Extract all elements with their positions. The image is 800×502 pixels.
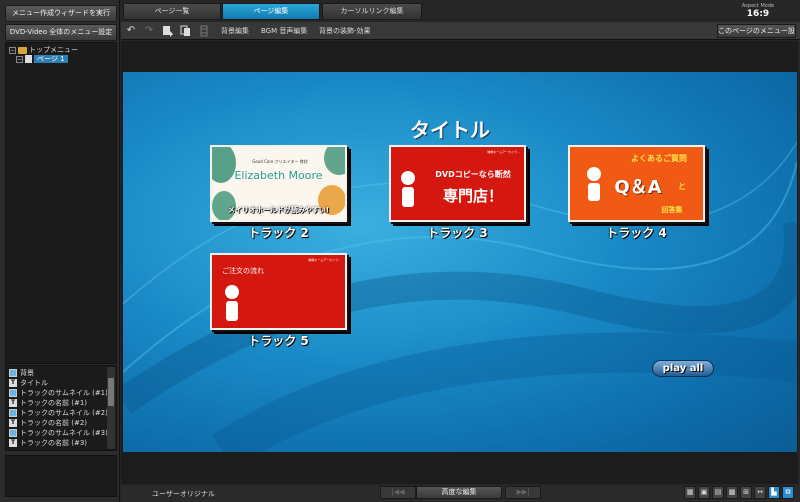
layer-item[interactable]: トラックのサムネイル (#3): [9, 428, 108, 438]
track-name-1[interactable]: トラック 2: [210, 224, 347, 241]
fit-width-icon[interactable]: ↔: [754, 486, 766, 499]
undo-icon[interactable]: ↶: [125, 25, 137, 37]
safe-area-icon[interactable]: ▣: [698, 486, 710, 499]
menu-decoration-effects[interactable]: 背景の装飾-効果: [319, 25, 371, 37]
layer-item[interactable]: トラックのサムネイル (#1): [9, 388, 108, 398]
layer-label: トラックの名前 (#1): [20, 399, 88, 407]
layer-item[interactable]: T トラックの名前 (#1): [9, 398, 87, 408]
thumb-header: 映像ホームアーカイブ…: [308, 258, 341, 262]
thumb-header: 映像ホームアーカイブ…: [487, 150, 520, 154]
layer-label: トラックのサムネイル (#1): [20, 389, 108, 397]
layer-label: トラックのサムネイル (#3): [20, 429, 108, 437]
toolbar: ↶ ↷ 背景編集 BGM 音声編集 背景の装飾-効果: [121, 22, 800, 40]
thumb-small-text: Good Care クリエイター 賞状: [252, 159, 308, 164]
tab-page-list[interactable]: ページ一覧: [123, 3, 221, 20]
prev-page-button[interactable]: |◀◀: [380, 486, 416, 499]
tab-cursor-link-edit[interactable]: カーソルリンク編集: [322, 3, 422, 20]
mascot-icon: [584, 167, 604, 207]
page-menu-settings-button[interactable]: このページのメニュー設定: [717, 24, 796, 38]
track-thumbnail-3[interactable]: よくあるご質問 Q＆A と 回答集: [568, 145, 705, 222]
copy-page-icon[interactable]: [180, 25, 192, 37]
left-panel: メニュー作成ウィザードを実行 DVD-Video 全体のメニュー設定 − トップメ…: [0, 0, 120, 502]
text-icon: T: [9, 419, 17, 427]
film-icon[interactable]: [198, 25, 210, 37]
text-icon: T: [9, 379, 17, 387]
layer-label: トラックのサムネイル (#2): [20, 409, 108, 417]
run-menu-wizard-button[interactable]: メニュー作成ウィザードを実行: [5, 5, 117, 22]
track-name-3[interactable]: トラック 4: [568, 224, 705, 241]
layer-scrollbar-thumb[interactable]: [108, 378, 114, 406]
track-thumbnail-2[interactable]: 映像ホームアーカイブ… DVDコピーなら断然 専門店！: [389, 145, 526, 222]
tree-item-page-1[interactable]: − ページ 1: [16, 54, 68, 65]
split-guide-icon[interactable]: ⊞: [740, 486, 752, 499]
layer-item[interactable]: 背景: [9, 368, 34, 378]
layer-item[interactable]: T タイトル: [9, 378, 48, 388]
layer-label: トラックの名前 (#3): [20, 439, 88, 447]
layer-item[interactable]: T トラックの名前 (#3): [9, 438, 87, 448]
advanced-edit-button[interactable]: 高度な編集: [416, 486, 502, 499]
thumb-line-2: 専門店！: [442, 187, 503, 205]
layer-view-icon[interactable]: ▙: [768, 486, 780, 499]
collapse-icon[interactable]: −: [9, 46, 16, 54]
overlap-view-icon[interactable]: ⧉: [782, 486, 794, 499]
text-icon: T: [9, 399, 17, 407]
mascot-icon: [399, 171, 417, 211]
thumb-line-3: 回答集: [661, 206, 683, 214]
add-page-icon[interactable]: [162, 25, 174, 37]
thumb-line-1: DVDコピーなら断然: [435, 170, 511, 179]
tree-item-label: トップメニュー: [29, 46, 78, 54]
layer-label: トラックの名前 (#2): [20, 419, 88, 427]
track-thumbnail-1[interactable]: Good Care クリエイター 賞状 Elizabeth Moore メイリオ…: [210, 145, 347, 222]
tree-item-label: ページ 1: [34, 55, 68, 63]
thumb-line-1: ご注文の流れ: [222, 267, 264, 275]
menu-tree: − トップメニュー − ページ 1: [5, 42, 117, 364]
track-name-4[interactable]: トラック 5: [210, 332, 347, 349]
grid-view-icon[interactable]: ▦: [684, 486, 696, 499]
text-icon: T: [9, 439, 17, 447]
properties-panel: [5, 455, 117, 497]
image-icon: [9, 369, 17, 377]
layer-list: 背景 T タイトル トラックのサムネイル (#1) T トラックの名前 (#1) ト…: [5, 365, 117, 451]
template-status-label: ユーザーオリジナル: [152, 490, 215, 498]
tv-frame-icon[interactable]: ▤: [712, 486, 724, 499]
redo-icon[interactable]: ↷: [143, 25, 155, 37]
page-icon: [25, 55, 32, 63]
mascot-icon: [222, 285, 242, 325]
menu-bgm-edit[interactable]: BGM 音声編集: [261, 25, 307, 37]
menu-background-edit[interactable]: 背景編集: [221, 25, 249, 37]
play-all-button[interactable]: play all: [652, 360, 714, 377]
thumb-caption: メイリオホールドが読みやすい!: [227, 206, 330, 214]
layer-item[interactable]: トラックのサムネイル (#2): [9, 408, 108, 418]
thumb-to: と: [678, 182, 686, 191]
thumb-line-1: よくあるご質問: [631, 154, 687, 163]
image-icon: [9, 429, 17, 437]
track-thumbnail-4[interactable]: 映像ホームアーカイブ… ご注文の流れ: [210, 253, 347, 330]
track-name-2[interactable]: トラック 3: [389, 224, 526, 241]
next-page-button[interactable]: ▶▶|: [505, 486, 541, 499]
thumb-qa: Q＆A: [614, 177, 662, 198]
aspect-mode-value[interactable]: 16:9: [734, 9, 782, 19]
collapse-icon[interactable]: −: [16, 55, 23, 63]
layer-label: 背景: [20, 369, 34, 377]
image-icon: [9, 409, 17, 417]
folder-icon: [18, 46, 27, 54]
tab-page-edit[interactable]: ページ編集: [222, 3, 320, 20]
dvd-menu-settings-button[interactable]: DVD-Video 全体のメニュー設定: [5, 24, 117, 41]
layer-label: タイトル: [20, 379, 48, 387]
image-icon: [9, 389, 17, 397]
center-guide-icon[interactable]: ▩: [726, 486, 738, 499]
page-title[interactable]: タイトル: [390, 114, 510, 143]
thumb-name: Elizabeth Moore: [234, 169, 323, 182]
layer-item[interactable]: T トラックの名前 (#2): [9, 418, 87, 428]
